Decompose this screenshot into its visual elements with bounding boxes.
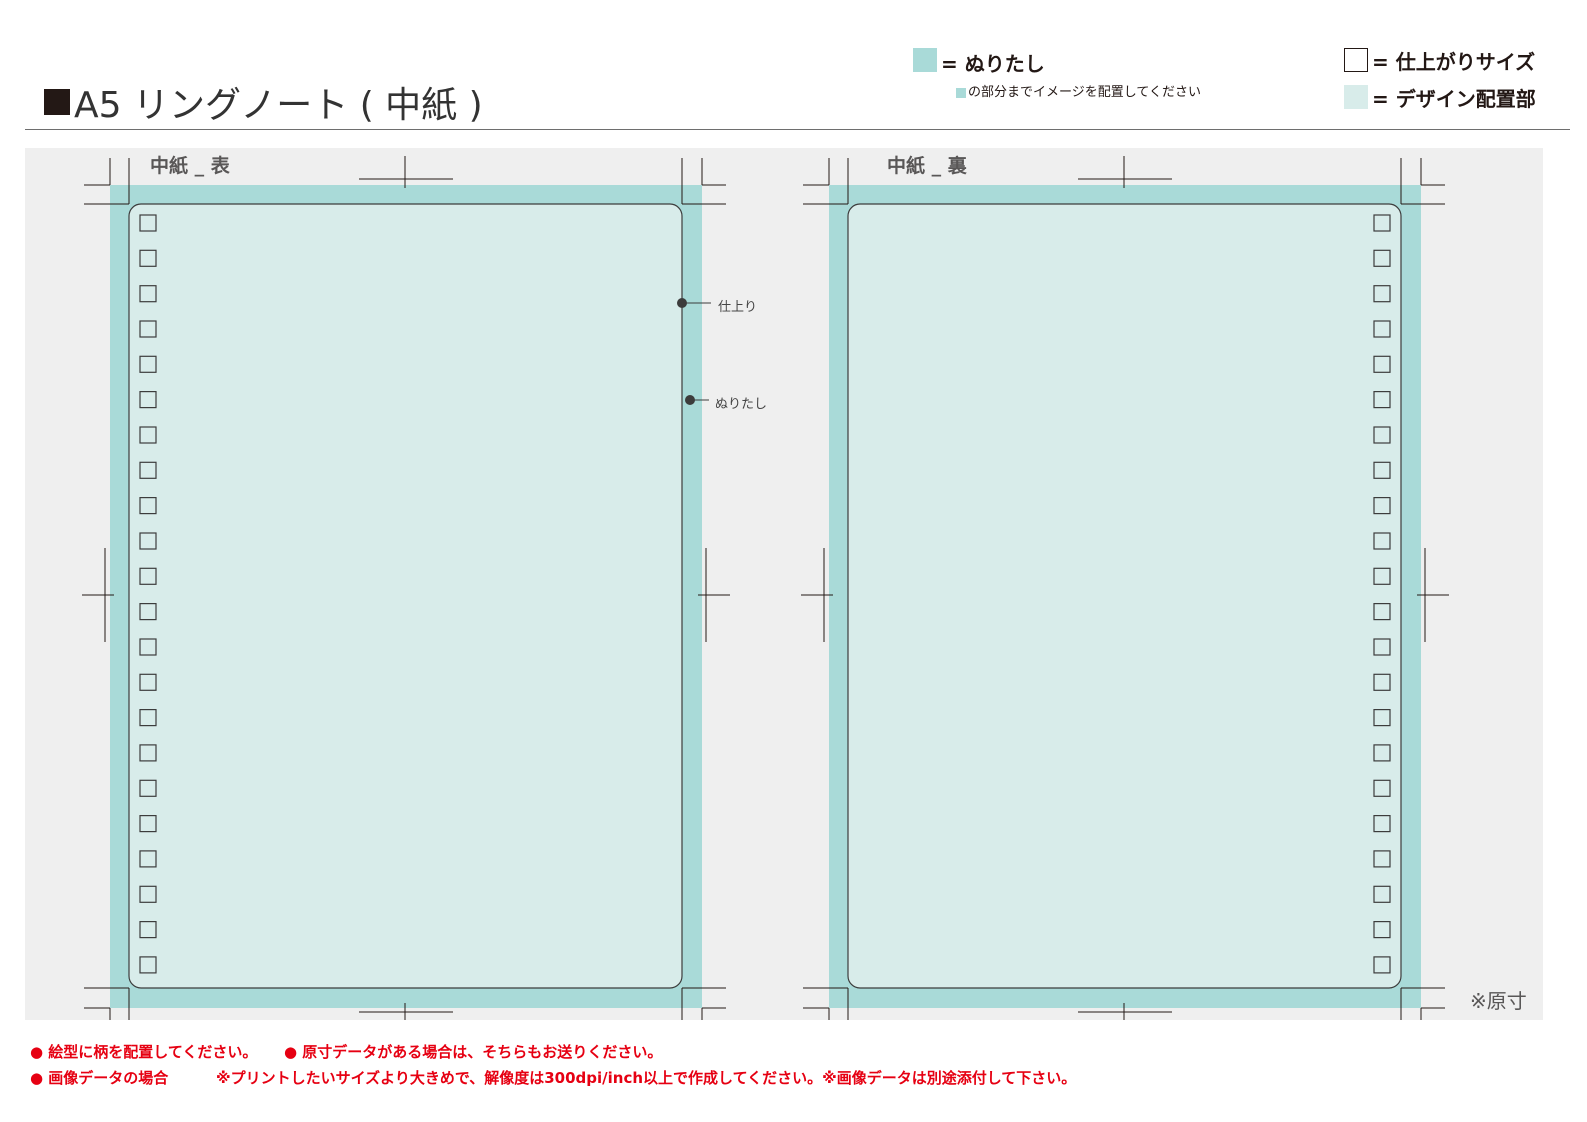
trim-legend-label: = 仕上がりサイズ bbox=[1372, 50, 1536, 74]
note-place-pattern: ● 絵型に柄を配置してください。 bbox=[30, 1043, 258, 1061]
ring-hole bbox=[139, 391, 157, 409]
ring-hole bbox=[1373, 956, 1391, 974]
ring-hole bbox=[139, 673, 157, 691]
bleed-legend-label: = ぬりたし bbox=[941, 52, 1045, 76]
ring-hole bbox=[1373, 920, 1391, 939]
ring-hole bbox=[139, 532, 157, 550]
ring-hole bbox=[1373, 320, 1391, 338]
template-canvas bbox=[25, 148, 1543, 1020]
ring-hole bbox=[1373, 355, 1391, 373]
header-divider bbox=[25, 129, 1570, 130]
front-trim-area bbox=[128, 203, 683, 989]
ring-hole bbox=[1373, 567, 1391, 585]
ring-hole bbox=[139, 814, 157, 833]
ring-hole bbox=[1373, 814, 1391, 833]
back-trim-area bbox=[847, 203, 1402, 989]
square-bullet-icon bbox=[44, 89, 70, 115]
ring-hole bbox=[139, 320, 157, 338]
ring-hole bbox=[1373, 426, 1391, 444]
template-drawing bbox=[82, 156, 1449, 1020]
ring-hole bbox=[139, 603, 157, 621]
page-title: A5 リングノート ( 中紙 ) bbox=[44, 76, 483, 128]
ring-hole bbox=[1373, 779, 1391, 797]
ring-hole bbox=[1373, 391, 1391, 409]
trim-swatch bbox=[1344, 48, 1368, 72]
design-area-swatch bbox=[1344, 85, 1368, 109]
ring-hole bbox=[139, 567, 157, 585]
front-sheet-label: 中紙 _ 表 bbox=[150, 155, 230, 177]
ring-hole bbox=[139, 285, 157, 303]
design-area-legend-label: = デザイン配置部 bbox=[1372, 87, 1536, 111]
ring-hole bbox=[139, 885, 157, 903]
front-sheet bbox=[110, 185, 711, 1008]
bleed-swatch bbox=[913, 48, 937, 72]
back-sheet bbox=[829, 185, 1421, 1008]
ring-hole bbox=[1373, 603, 1391, 621]
ring-hole bbox=[1373, 744, 1391, 762]
bleed-legend-note-text: の部分までイメージを配置してください bbox=[968, 85, 1201, 100]
ring-hole bbox=[139, 744, 157, 762]
bleed-callout-label: ぬりたし bbox=[715, 397, 768, 412]
ring-hole bbox=[1373, 497, 1391, 515]
bleed-legend-note: の部分までイメージを配置してください bbox=[956, 81, 1201, 100]
ring-hole bbox=[139, 214, 157, 232]
ring-hole bbox=[139, 779, 157, 797]
bleed-mini-swatch bbox=[956, 87, 966, 98]
ring-hole bbox=[139, 497, 157, 515]
ring-hole bbox=[139, 956, 157, 974]
page-title-text: A5 リングノート ( 中紙 ) bbox=[74, 85, 483, 126]
ring-hole bbox=[1373, 708, 1391, 727]
ring-hole bbox=[139, 638, 157, 656]
back-sheet-label: 中紙 _ 裏 bbox=[887, 155, 967, 177]
ring-hole bbox=[139, 355, 157, 373]
ring-hole bbox=[1373, 461, 1391, 479]
note-image-data: ● 画像データの場合 bbox=[30, 1069, 169, 1087]
ring-hole bbox=[1373, 638, 1391, 656]
ring-hole bbox=[139, 461, 157, 479]
ring-hole bbox=[139, 708, 157, 727]
ring-hole bbox=[139, 249, 157, 267]
ring-hole bbox=[139, 920, 157, 939]
ring-hole bbox=[1373, 249, 1391, 267]
ring-hole bbox=[1373, 532, 1391, 550]
note-resolution: ※プリントしたいサイズより大きめで、解像度は300dpi/inch以上で作成して… bbox=[216, 1069, 1077, 1087]
ring-hole bbox=[139, 850, 157, 868]
note-send-original: ● 原寸データがある場合は、そちらもお送りください。 bbox=[284, 1043, 663, 1061]
ring-hole bbox=[1373, 285, 1391, 303]
ring-hole bbox=[1373, 850, 1391, 868]
actual-size-note: ※原寸 bbox=[1470, 989, 1527, 1013]
trim-callout-label: 仕上り bbox=[718, 300, 758, 315]
ring-hole bbox=[1373, 214, 1391, 232]
ring-hole bbox=[139, 426, 157, 444]
ring-hole bbox=[1373, 885, 1391, 903]
ring-hole bbox=[1373, 673, 1391, 691]
